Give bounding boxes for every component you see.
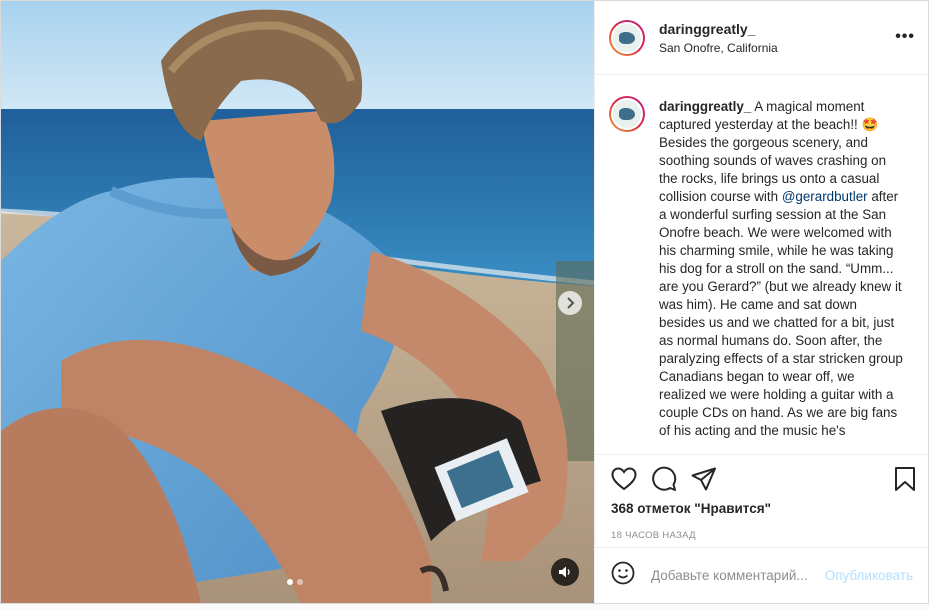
header-info: daringgreatly_ San Onofre, California [659,21,778,55]
caption-section: daringgreatly_ A magical moment captured… [595,76,929,454]
carousel-dot-active [287,579,293,585]
carousel-indicator [287,579,303,585]
save-button[interactable] [893,466,917,492]
action-bar: 368 отметок "Нравится" 18 часов назад [595,454,929,548]
instagram-post: daringgreatly_ San Onofre, California ••… [0,0,929,604]
username-link[interactable]: daringgreatly_ [659,21,778,37]
comment-button[interactable] [651,466,677,492]
post-sidebar: daringgreatly_ San Onofre, California ••… [594,1,929,603]
share-button[interactable] [691,467,717,491]
publish-button[interactable]: Опубликовать [825,568,913,583]
comment-box: Опубликовать [595,547,929,603]
caption-text: daringgreatly_ A magical moment captured… [659,98,903,454]
caption-username[interactable]: daringgreatly_ [659,99,751,114]
post-header: daringgreatly_ San Onofre, California ••… [595,1,929,75]
likes-count[interactable]: 368 отметок "Нравится" [611,501,913,516]
location-link[interactable]: San Onofre, California [659,41,778,55]
caption-avatar[interactable] [609,96,645,132]
carousel-dot [297,579,303,585]
comment-input[interactable] [649,567,823,584]
chevron-right-icon [567,297,575,309]
emoji-button[interactable] [611,561,635,590]
mention-link[interactable]: @gerardbutler [782,189,868,204]
action-icons [611,457,915,501]
emoji-icon [611,561,635,585]
share-icon [691,467,716,491]
sound-toggle-button[interactable] [551,558,579,586]
beach-photo [1,1,594,603]
heart-icon [611,467,637,491]
avatar[interactable] [609,19,645,56]
more-options-button[interactable]: ••• [895,28,915,46]
bookmark-icon [895,467,915,491]
next-slide-button[interactable] [558,291,582,315]
like-button[interactable] [611,467,637,491]
speaker-icon [559,566,570,578]
post-timestamp[interactable]: 18 часов назад [611,530,913,541]
comment-icon [652,466,677,491]
post-media[interactable] [1,1,594,603]
caption-body-end: after a wonderful surfing session at the… [659,189,903,438]
